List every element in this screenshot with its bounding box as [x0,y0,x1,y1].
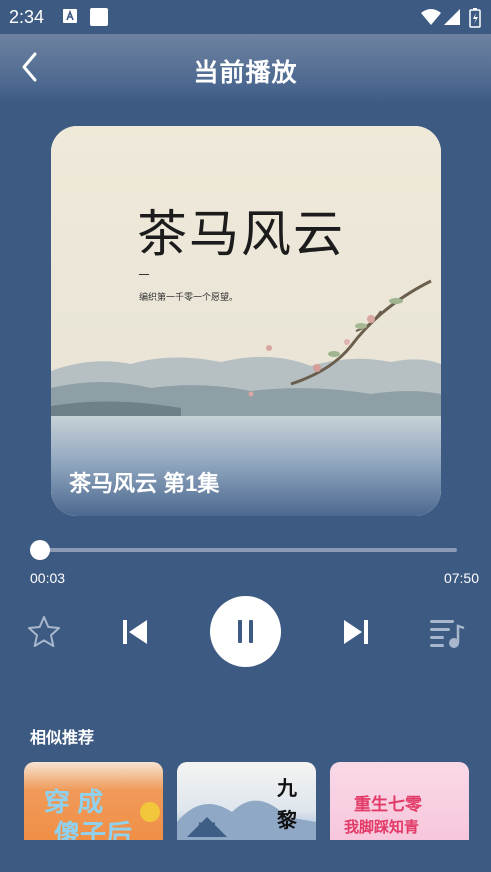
recommend-card-2[interactable]: 九 黎 [177,762,316,842]
favorite-star-icon[interactable] [26,614,62,650]
progress-bar[interactable] [37,548,457,552]
album-cover: 茶马风云 编织第一千零一个愿望。 茶马风云 第1集 [51,126,441,516]
playlist-icon[interactable] [428,616,466,650]
pause-button[interactable] [210,596,281,667]
page-title: 当前播放 [193,59,298,87]
total-time: 07:50 [443,570,479,586]
recommend-card-2-title-1: 九 [277,776,297,800]
cover-title: 茶马风云 [137,205,345,263]
cover-subtitle: 编织第一千零一个愿望。 [139,293,239,303]
wifi-icon [421,9,441,25]
episode-caption: 茶马风云 第1集 [69,471,220,496]
signal-icon [444,9,460,25]
recommend-card-1-subtitle: 傻子后 [54,819,133,842]
status-time: 2:34 [9,7,45,27]
landscape-illustration [51,126,441,516]
notification-a-icon [63,9,77,23]
current-time: 00:03 [30,570,66,586]
cover-divider [139,274,149,275]
recommend-card-3[interactable]: 重生七零 我脚踩知青 [330,762,469,842]
bottom-background [0,840,491,872]
notification-square-icon [90,8,108,26]
previous-track-icon[interactable] [121,617,149,647]
recommend-card-3-subtitle: 我脚踩知青 [344,819,420,836]
recommend-card-2-title-2: 黎 [277,808,297,832]
status-bar: 2:34 [0,0,491,34]
recommend-card-1-sun-decoration [140,802,160,822]
progress-thumb[interactable] [29,540,50,560]
recommend-card-3-title: 重生七零 [354,795,422,814]
pause-icon [238,620,253,643]
recommend-card-1[interactable]: 穿 成 傻子后 [24,762,163,842]
similar-recommend-heading: 相似推荐 [30,730,95,747]
next-track-icon[interactable] [342,617,370,647]
battery-icon [469,8,481,28]
